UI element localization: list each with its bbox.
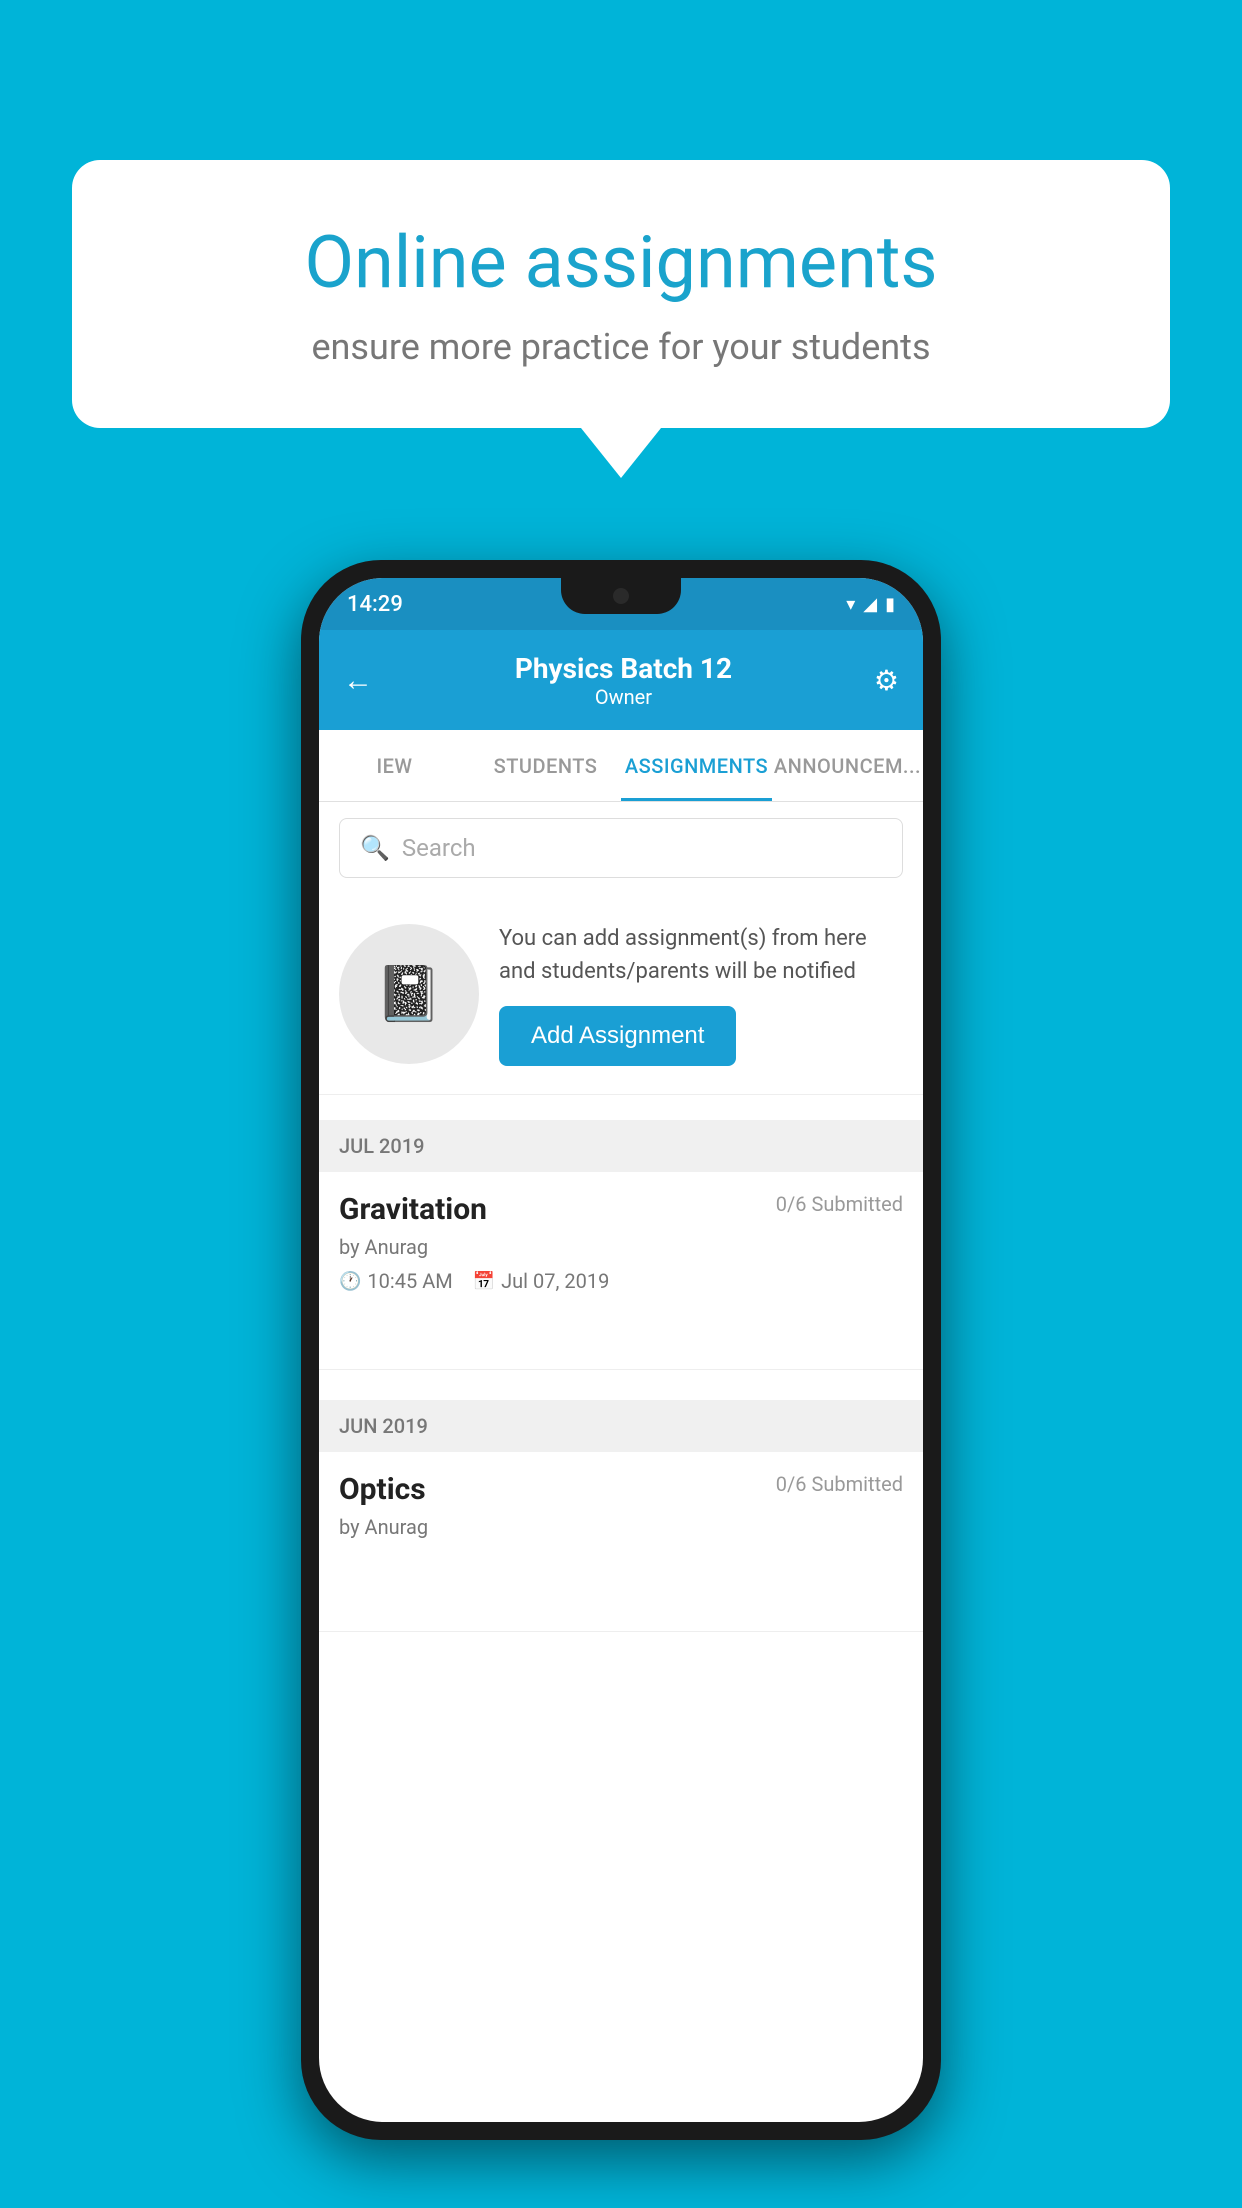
calendar-icon: 📅 [473,1271,495,1292]
tab-iew[interactable]: IEW [319,730,470,801]
assignment-by-optics: by Anurag [339,1515,903,1539]
assignment-optics-header-row: Optics 0/6 Submitted [339,1472,903,1507]
promo-content: You can add assignment(s) from here and … [499,922,903,1066]
assignment-submitted-gravitation: 0/6 Submitted [776,1192,903,1216]
phone-container: 14:29 ▾ ◢ ▮ ← Physics Batch 12 Owner ⚙ [301,560,941,2140]
header-subtitle: Owner [515,685,732,709]
battery-icon: ▮ [885,594,895,615]
tab-assignments[interactable]: ASSIGNMENTS [621,730,772,801]
assignment-date-gravitation: 📅 Jul 07, 2019 [473,1269,610,1293]
assignment-date-value: Jul 07, 2019 [501,1269,609,1293]
status-icons: ▾ ◢ ▮ [846,594,895,615]
wifi-icon: ▾ [846,594,855,615]
phone-outer: 14:29 ▾ ◢ ▮ ← Physics Batch 12 Owner ⚙ [301,560,941,2140]
assignment-meta-gravitation: 🕐 10:45 AM 📅 Jul 07, 2019 [339,1269,903,1293]
speech-bubble-container: Online assignments ensure more practice … [72,160,1170,478]
tab-students[interactable]: STUDENTS [470,730,621,801]
back-button[interactable]: ← [343,663,373,698]
tab-iew-label: IEW [376,754,412,778]
camera [613,588,629,604]
app-header: ← Physics Batch 12 Owner ⚙ [319,630,923,730]
notch [561,578,681,614]
speech-bubble-subtitle: ensure more practice for your students [142,326,1100,368]
tabs-bar: IEW STUDENTS ASSIGNMENTS ANNOUNCEM... [319,730,923,802]
assignment-item-optics[interactable]: Optics 0/6 Submitted by Anurag [319,1452,923,1632]
search-icon: 🔍 [360,834,390,862]
assignment-name-optics: Optics [339,1472,426,1507]
settings-icon[interactable]: ⚙ [874,664,899,697]
speech-bubble-arrow [581,428,661,478]
search-placeholder: Search [402,834,476,862]
speech-bubble: Online assignments ensure more practice … [72,160,1170,428]
assignment-time-gravitation: 🕐 10:45 AM [339,1269,453,1293]
assignment-time-value: 10:45 AM [367,1269,452,1293]
add-assignment-button[interactable]: Add Assignment [499,1006,736,1066]
section-header-jun: JUN 2019 [319,1400,923,1452]
promo-card: 📓 You can add assignment(s) from here an… [319,894,923,1095]
clock-icon: 🕐 [339,1271,361,1292]
assignment-submitted-optics: 0/6 Submitted [776,1472,903,1496]
promo-text: You can add assignment(s) from here and … [499,922,903,988]
assignment-name-gravitation: Gravitation [339,1192,487,1227]
header-title: Physics Batch 12 [515,652,732,685]
section-label-jul: JUL 2019 [339,1134,424,1158]
phone-screen: 14:29 ▾ ◢ ▮ ← Physics Batch 12 Owner ⚙ [319,578,923,2122]
tab-announcements-label: ANNOUNCEM... [774,754,921,778]
promo-icon-circle: 📓 [339,924,479,1064]
status-time: 14:29 [347,592,403,617]
header-title-group: Physics Batch 12 Owner [515,652,732,709]
assignment-by-gravitation: by Anurag [339,1235,903,1259]
assignment-item-gravitation[interactable]: Gravitation 0/6 Submitted by Anurag 🕐 10… [319,1172,923,1370]
notebook-icon: 📓 [375,963,442,1026]
speech-bubble-title: Online assignments [142,220,1100,306]
signal-icon: ◢ [863,594,877,615]
tab-assignments-label: ASSIGNMENTS [625,754,768,778]
section-label-jun: JUN 2019 [339,1414,428,1438]
search-input[interactable]: 🔍 Search [339,818,903,878]
assignment-header-row: Gravitation 0/6 Submitted [339,1192,903,1227]
tab-announcements[interactable]: ANNOUNCEM... [772,730,923,801]
search-container: 🔍 Search [319,802,923,894]
tab-students-label: STUDENTS [494,754,598,778]
section-header-jul: JUL 2019 [319,1120,923,1172]
